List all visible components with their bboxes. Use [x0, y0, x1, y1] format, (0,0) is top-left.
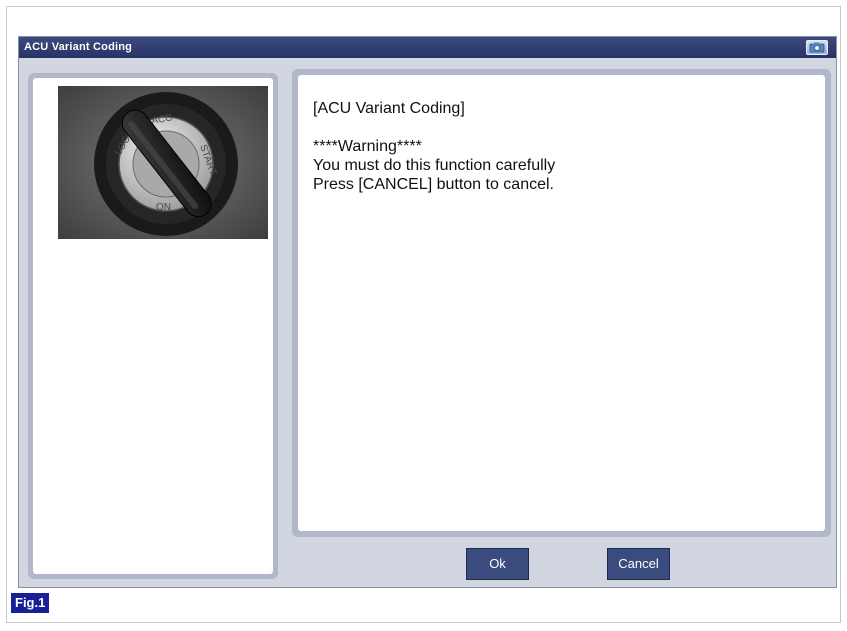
- figure-label: Fig.1: [11, 593, 50, 613]
- title-bar: ACU Variant Coding: [19, 37, 836, 58]
- camera-icon[interactable]: [806, 40, 828, 55]
- message-title: [ACU Variant Coding]: [313, 100, 465, 117]
- on-label: ON: [156, 202, 171, 213]
- acu-variant-coding-window: ACU Variant Coding LOCK ACC START ON [AC…: [18, 36, 837, 588]
- instruction-line: You must do this function carefully: [313, 157, 556, 174]
- message-panel: [ACU Variant Coding] ****Warning**** You…: [292, 69, 831, 537]
- cancel-button[interactable]: Cancel: [607, 548, 670, 580]
- image-panel-content: LOCK ACC START ON: [33, 78, 273, 574]
- cancel-hint-line: Press [CANCEL] button to cancel.: [313, 176, 554, 193]
- message-text-area: [ACU Variant Coding] ****Warning**** You…: [298, 75, 825, 531]
- image-panel: LOCK ACC START ON: [28, 73, 278, 579]
- ok-button[interactable]: Ok: [466, 548, 529, 580]
- warning-line: ****Warning****: [313, 138, 422, 155]
- ignition-switch-image: LOCK ACC START ON: [58, 86, 268, 239]
- window-title: ACU Variant Coding: [24, 41, 133, 53]
